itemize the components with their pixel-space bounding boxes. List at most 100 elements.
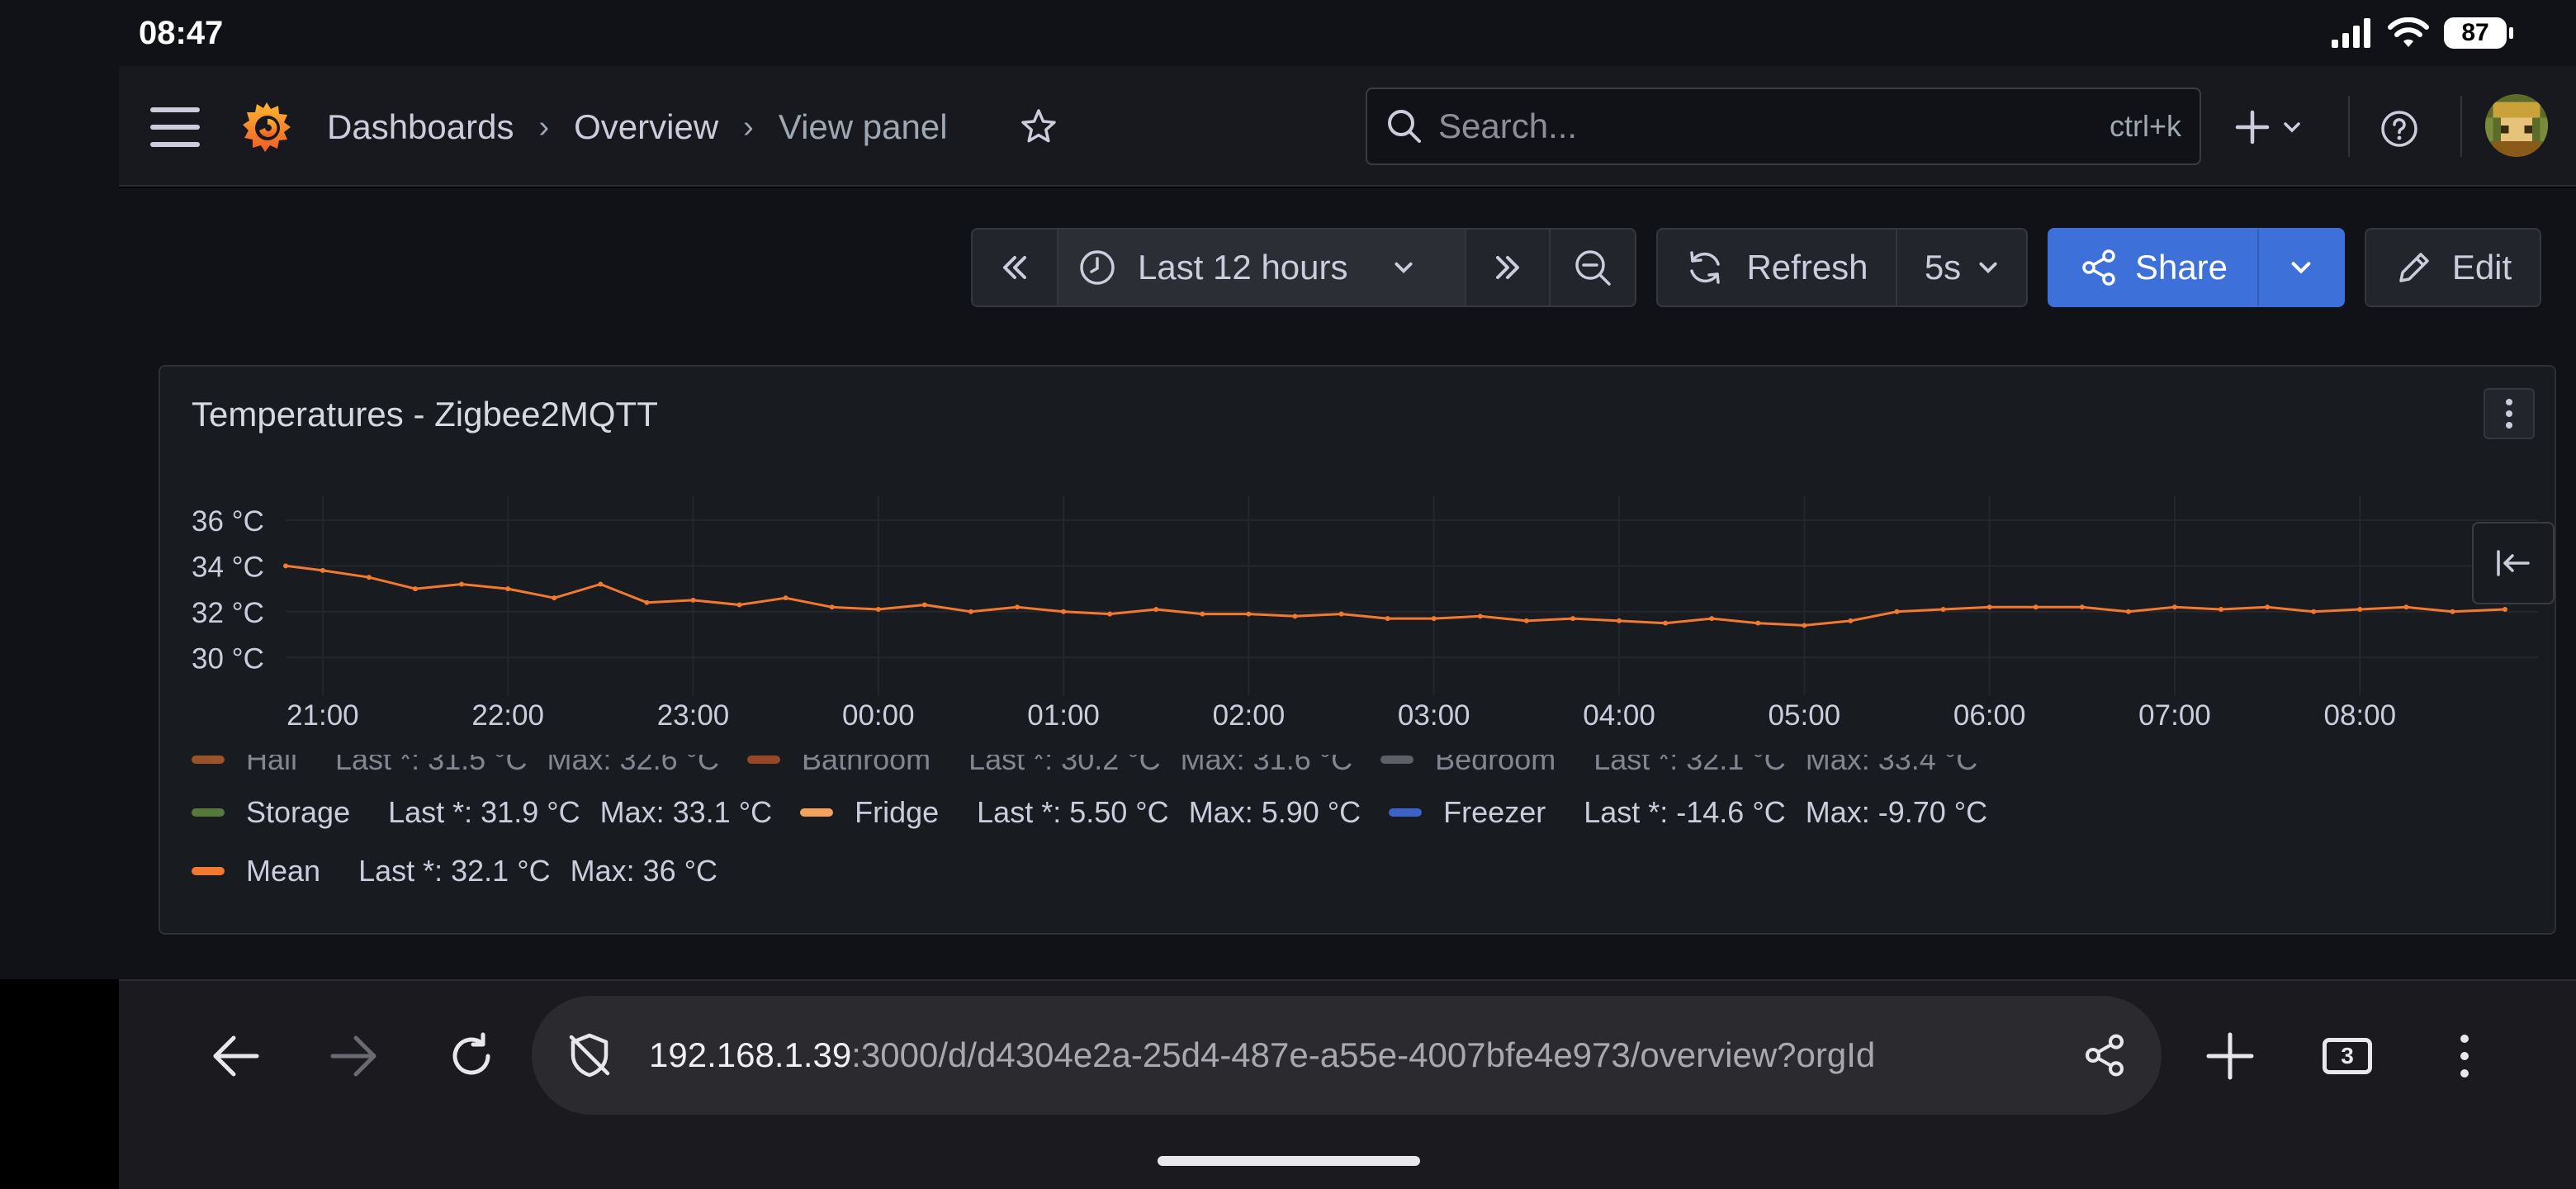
series-point-mean	[1523, 618, 1529, 623]
series-point-mean	[921, 602, 927, 608]
browser-menu-button[interactable]	[2427, 1019, 2502, 1093]
panel-title: Temperatures - Zigbee2MQTT	[192, 395, 658, 433]
series-point-mean	[1385, 616, 1390, 622]
share-button[interactable]: Share	[2048, 228, 2259, 307]
battery-level: 87	[2461, 19, 2489, 46]
plus-icon	[2206, 1032, 2254, 1080]
series-point-mean	[1061, 609, 1067, 614]
legend-item-bathroom[interactable]: Bathroom Last *: 30.2 °C Max: 31.6 °C	[747, 745, 1353, 777]
collapse-sidebar-button[interactable]	[2472, 522, 2555, 604]
nav-divider	[2348, 96, 2350, 157]
time-shift-back-button[interactable]	[971, 228, 1058, 307]
panel-menu-button[interactable]	[2484, 388, 2535, 439]
series-point-mean	[1663, 620, 1669, 626]
series-point-mean	[1848, 618, 1854, 623]
legend-item-mean[interactable]: Mean Last *: 32.1 °C Max: 36 °C	[192, 854, 717, 888]
tabs-button[interactable]: 3	[2310, 1019, 2384, 1093]
legend-max: Max: 31.6 °C	[1180, 745, 1353, 776]
legend-last: Last *: 5.50 °C	[977, 795, 1169, 829]
help-icon[interactable]	[2379, 109, 2419, 149]
series-point-mean	[1292, 613, 1298, 619]
x-tick-label: 06:00	[1953, 699, 2026, 732]
refresh-icon	[1690, 251, 1721, 284]
legend-item-hall[interactable]: Hall Last *: 31.5 °C Max: 32.6 °C	[192, 745, 719, 777]
grafana-logo-icon[interactable]	[238, 97, 296, 155]
legend-item-bedroom[interactable]: Bedroom Last *: 32.1 °C Max: 33.4 °C	[1380, 745, 1978, 777]
address-bar[interactable]: 192.168.1.39:3000/d/d4304e2a-25d4-487e-a…	[532, 996, 2162, 1115]
new-menu-button[interactable]	[2234, 102, 2302, 152]
series-point-mean	[875, 607, 881, 613]
arrow-left-icon	[213, 1035, 259, 1077]
series-point-mean	[413, 586, 419, 592]
reload-button[interactable]	[434, 1019, 509, 1093]
legend-item-storage[interactable]: Storage Last *: 31.9 °C Max: 33.1 °C	[192, 795, 772, 830]
star-icon[interactable]	[1019, 107, 1058, 147]
legend-name: Bathroom	[802, 745, 931, 776]
series-point-mean	[1617, 618, 1622, 623]
series-point-mean	[1431, 616, 1437, 622]
series-point-mean	[598, 581, 604, 587]
arrow-left-to-line-icon	[2497, 550, 2530, 576]
status-bar: 08:47 87	[0, 0, 2576, 66]
series-point-mean	[1477, 613, 1483, 619]
x-tick-label: 04:00	[1583, 699, 1655, 732]
user-avatar[interactable]	[2485, 94, 2548, 157]
back-button[interactable]	[198, 1019, 272, 1093]
chevron-down-icon	[1979, 262, 1997, 274]
legend-max: Max: 36 °C	[570, 854, 718, 888]
refresh-button[interactable]: Refresh	[1656, 228, 1897, 307]
x-tick-label: 05:00	[1769, 699, 1841, 732]
timeseries-chart[interactable]: 36 °C 34 °C 32 °C 30 °C 21:00 22:00 23:00 00:0…	[160, 474, 2555, 746]
breadcrumb-overview[interactable]: Overview	[574, 107, 718, 147]
signal-icon	[2332, 18, 2370, 48]
legend-max: Max: 33.4 °C	[1805, 745, 1978, 776]
left-gutter	[0, 66, 119, 979]
legend-row: Storage Last *: 31.9 °C Max: 33.1 °C Fri…	[192, 788, 2015, 837]
forward-button[interactable]	[317, 1019, 391, 1093]
legend-item-fridge[interactable]: Fridge Last *: 5.50 °C Max: 5.90 °C	[800, 795, 1361, 830]
y-axis-ticks: 36 °C 34 °C 32 °C 30 °C	[192, 505, 264, 675]
legend-swatch	[1389, 808, 1423, 817]
time-shift-forward-button[interactable]	[1465, 228, 1551, 307]
time-range-picker[interactable]: Last 12 hours	[1057, 228, 1466, 307]
series-point-mean	[1802, 623, 1807, 628]
search-icon	[1388, 110, 1421, 143]
series-point-mean	[2125, 609, 2131, 614]
share-label: Share	[2134, 248, 2228, 287]
share-options-button[interactable]	[2257, 228, 2345, 307]
legend-last: Last *: 31.5 °C	[335, 745, 528, 776]
top-nav: Dashboards › Overview › View panel Searc…	[119, 66, 2576, 187]
zoom-out-icon	[1575, 250, 1611, 286]
x-tick-label: 03:00	[1398, 699, 1470, 732]
legend-row: Mean Last *: 32.1 °C Max: 36 °C	[192, 846, 746, 896]
legend-swatch	[1380, 756, 1414, 764]
legend-name: Bedroom	[1435, 745, 1556, 776]
series-line-mean	[285, 564, 2506, 627]
x-tick-label: 22:00	[471, 699, 544, 732]
url-path: :3000/d/d4304e2a-25d4-487e-a55e-4007bfe4…	[851, 1035, 1876, 1074]
legend-max: Max: -9.70 °C	[1805, 795, 1988, 829]
search-shortcut-hint: ctrl+k	[2109, 109, 2181, 143]
edit-button[interactable]: Edit	[2365, 228, 2541, 307]
x-axis-ticks: 21:00 22:00 23:00 00:00 01:00 02:00 03:00 04:00…	[286, 699, 2396, 732]
url-text: 192.168.1.39:3000/d/d4304e2a-25d4-487e-a…	[649, 1035, 2053, 1075]
search-input[interactable]: Search... ctrl+k	[1366, 88, 2201, 165]
x-tick-label: 08:00	[2323, 699, 2396, 732]
new-tab-button[interactable]	[2193, 1019, 2267, 1093]
legend-name: Fridge	[855, 795, 940, 829]
series-point-mean	[1107, 611, 1113, 617]
refresh-interval-picker[interactable]: 5s	[1896, 228, 2028, 307]
zoom-out-button[interactable]	[1549, 228, 1636, 307]
chevron-right-icon: ›	[538, 109, 550, 144]
breadcrumb-dashboards[interactable]: Dashboards	[327, 107, 514, 147]
series-point-mean	[644, 599, 650, 605]
y-tick-label: 32 °C	[192, 597, 264, 629]
series-point-mean	[2503, 607, 2507, 613]
more-vertical-icon	[2506, 399, 2512, 429]
chart-grid	[286, 495, 2538, 695]
legend-swatch	[192, 756, 225, 764]
menu-toggle-button[interactable]	[149, 107, 201, 147]
share-page-button[interactable]	[2067, 1018, 2142, 1092]
edit-label: Edit	[2451, 248, 2512, 287]
legend-item-freezer[interactable]: Freezer Last *: -14.6 °C Max: -9.70 °C	[1389, 795, 1987, 830]
